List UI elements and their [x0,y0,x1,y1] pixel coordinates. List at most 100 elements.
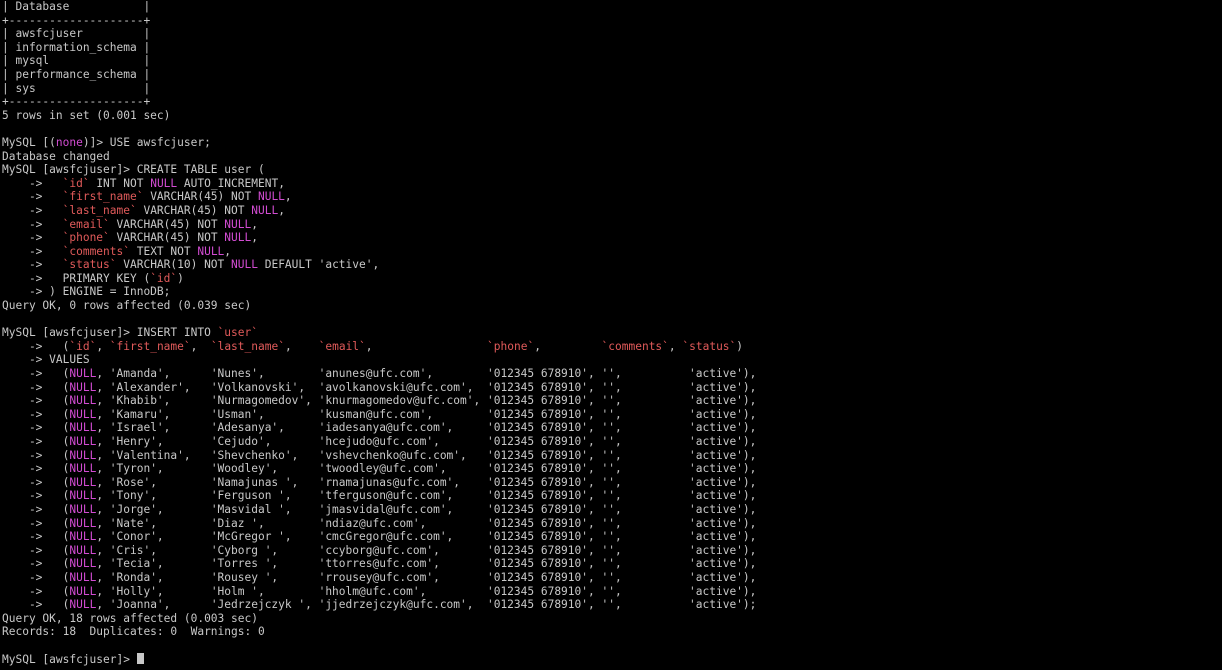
terminal-text-segment: NULL [69,489,97,503]
terminal-text-segment: -> ( [2,407,70,421]
terminal-line: | performance_schema | [2,68,1220,82]
terminal-text-segment: , 'Joanna', 'Jedrzejczyk ', 'jjedrzejczy… [96,598,757,612]
text-cursor[interactable] [136,652,144,664]
terminal-text-segment: | awsfcjuser | [2,27,151,41]
terminal-text-segment: | mysql | [2,54,151,68]
terminal-text-segment: `email` [318,339,366,353]
terminal-text-segment: `first_name` [62,190,144,204]
terminal-line: -> (NULL, 'Cris', 'Cyborg ', 'ccyborg@uf… [2,544,1220,558]
terminal-text-segment: `comments` [62,244,130,258]
terminal-text-segment: NULL [69,380,97,394]
terminal-line: -> (NULL, 'Jorge', 'Masvidal ', 'jmasvid… [2,503,1220,517]
terminal-text-segment: NULL [224,231,252,245]
terminal-text-segment: NULL [69,394,97,408]
terminal-line: -> (NULL, 'Alexander', 'Volkanovski', 'a… [2,381,1220,395]
terminal-text-segment: ) [177,271,184,285]
terminal-text-segment: NULL [69,421,97,435]
terminal-text-segment: , [284,190,292,204]
terminal-line: -> ) ENGINE = InnoDB; [2,285,1220,299]
terminal-text-segment: -> ( [2,530,70,544]
terminal-text-segment: , 'Valentina', 'Shevchenko', 'vshevchenk… [96,448,757,462]
terminal-text-segment: , [534,339,602,353]
terminal-text-segment: NULL [150,176,178,190]
terminal-text-segment: +--------------------+ [2,95,151,109]
terminal-text-segment: , [190,339,211,353]
terminal-line: -> (NULL, 'Nate', 'Diaz ', 'ndiaz@ufc.co… [2,517,1220,531]
terminal-line: Records: 18 Duplicates: 0 Warnings: 0 [2,625,1220,639]
terminal-line: -> (NULL, 'Khabib', 'Nurmagomedov', 'knu… [2,394,1220,408]
terminal-text-segment: MySQL [awsfcjuser]> [2,652,137,666]
terminal-text-segment: | information_schema | [2,40,151,54]
terminal-text-segment: Query OK, 0 rows affected (0.039 sec) [2,299,252,313]
terminal-text-segment: `last_name` [62,203,137,217]
terminal-text-segment: -> ( [2,380,70,394]
terminal-window[interactable]: | Database | +--------------------+ | awsf… [2,0,1220,670]
terminal-text-segment: -> ( [2,584,70,598]
terminal-text-segment: NULL [69,448,97,462]
terminal-text-segment: | performance_schema | [2,67,151,81]
terminal-text-segment: `phone` [487,339,535,353]
terminal-line: | information_schema | [2,41,1220,55]
terminal-text-segment: , [251,217,258,231]
terminal-text-segment: NULL [69,407,97,421]
terminal-line: +--------------------+ [2,95,1220,109]
terminal-text-segment: , [96,339,110,353]
terminal-line: | awsfcjuser | [2,27,1220,41]
terminal-text-segment: NULL [69,557,97,571]
terminal-text-segment: -> ( [2,448,70,462]
terminal-text-segment: DEFAULT 'active', [257,258,380,272]
terminal-line: | sys | [2,82,1220,96]
terminal-text-segment: , 'Conor', 'McGregor ', 'cmcGregor@ufc.c… [96,530,757,544]
terminal-text-segment: `status` [62,258,117,272]
terminal-text-segment: NULL [69,462,97,476]
terminal-text-segment: , 'Nate', 'Diaz ', 'ndiaz@ufc.com', '012… [96,516,757,530]
terminal-text-segment: NULL [231,258,258,272]
terminal-line: -> `first_name` VARCHAR(45) NOT NULL, [2,190,1220,204]
terminal-text-segment: -> ( [2,421,70,435]
terminal-text-segment: -> ( [2,570,70,584]
terminal-line: MySQL [awsfcjuser]> [2,652,1220,667]
terminal-text-segment: Database changed [2,149,110,163]
terminal-line: Query OK, 0 rows affected (0.039 sec) [2,299,1220,313]
terminal-text-segment: -> ( [2,339,70,353]
terminal-text-segment: VARCHAR(45) NOT [136,203,252,217]
terminal-text-segment: NULL [69,543,97,557]
terminal-text-segment: -> ) ENGINE = InnoDB; [2,285,171,299]
terminal-text-segment: , [668,339,683,353]
terminal-line: -> (NULL, 'Joanna', 'Jedrzejczyk ', 'jje… [2,598,1220,612]
terminal-text-segment: , [278,203,285,217]
terminal-text-segment: , 'Jorge', 'Masvidal ', 'jmasvidal@ufc.c… [96,502,757,516]
terminal-text-segment: -> VALUES [2,353,90,367]
terminal-text-segment: -> [2,190,63,204]
terminal-text-segment: NULL [69,530,97,544]
terminal-text-segment: `last_name` [210,339,285,353]
terminal-line: -> `id` INT NOT NULL AUTO_INCREMENT, [2,177,1220,191]
terminal-text-segment: , 'Israel', 'Adesanya', 'iadesanya@ufc.c… [96,421,757,435]
terminal-text-segment: TEXT NOT [129,244,198,258]
terminal-line: MySQL [awsfcjuser]> CREATE TABLE user ( [2,163,1220,177]
terminal-line: -> `comments` TEXT NOT NULL, [2,245,1220,259]
terminal-text-segment: , 'Ronda', 'Rousey ', 'rrousey@ufc.com',… [96,570,757,584]
terminal-text-segment: NULL [69,584,97,598]
terminal-line: -> VALUES [2,353,1220,367]
terminal-text-segment: ) [736,339,744,353]
terminal-text-segment: -> ( [2,557,70,571]
terminal-text-segment: NULL [69,598,97,612]
terminal-text-segment: -> ( [2,598,70,612]
terminal-line: -> `status` VARCHAR(10) NOT NULL DEFAULT… [2,258,1220,272]
terminal-line: -> (NULL, 'Kamaru', 'Usman', 'kusman@ufc… [2,408,1220,422]
terminal-text-segment: -> [2,258,63,272]
terminal-text-segment: MySQL [awsfcjuser]> CREATE TABLE user ( [2,163,265,177]
terminal-text-segment: AUTO_INCREMENT, [177,176,285,190]
terminal-text-segment: NULL [69,475,97,489]
terminal-line: +--------------------+ [2,14,1220,28]
terminal-text-segment: MySQL [( [2,135,56,149]
terminal-text-segment: , 'Cris', 'Cyborg ', 'ccyborg@ufc.com', … [96,543,757,557]
terminal-text-segment: VARCHAR(45) NOT [109,217,225,231]
terminal-line: -> (NULL, 'Rose', 'Namajunas ', 'rnamaju… [2,476,1220,490]
terminal-text-segment: , 'Tyron', 'Woodley', 'twoodley@ufc.com'… [96,462,757,476]
terminal-text-segment: `email` [62,217,110,231]
